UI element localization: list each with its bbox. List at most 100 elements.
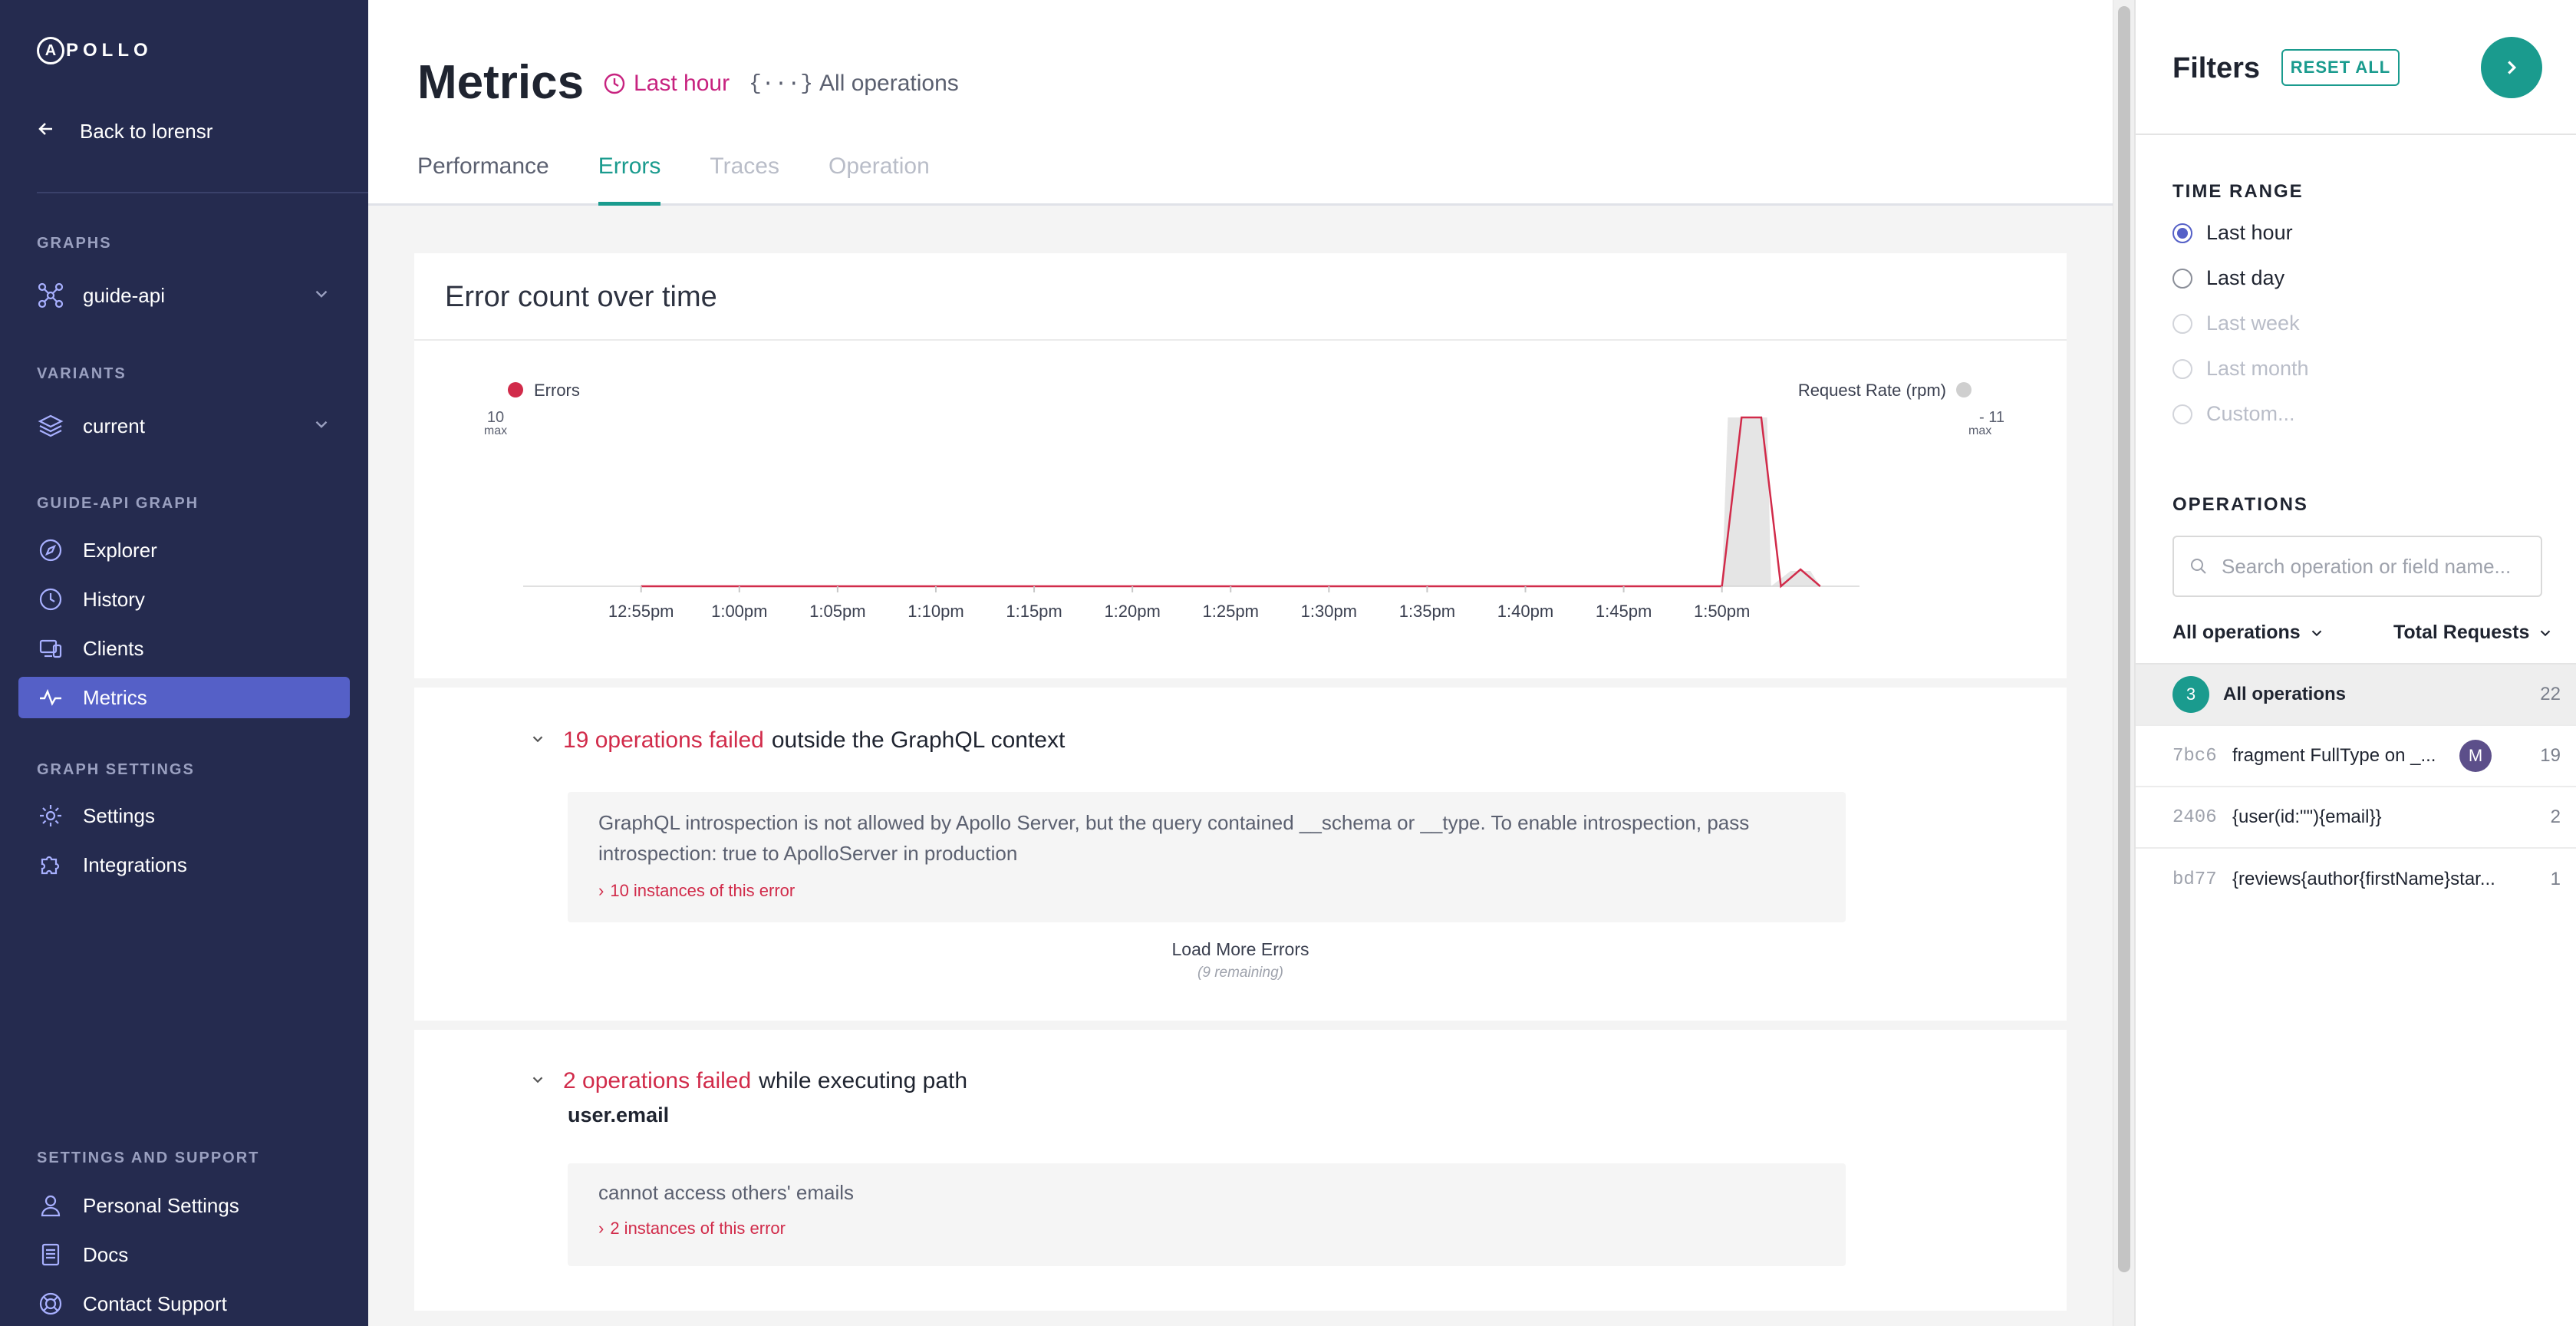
sidebar-divider — [37, 192, 374, 193]
arrow-left-icon — [37, 120, 60, 143]
operation-row-all[interactable]: 3 All operations 22 — [2136, 665, 2576, 726]
tab-errors[interactable]: Errors — [598, 153, 660, 206]
y-left-max-value: 10 — [487, 409, 504, 426]
radio-label: Last week — [2206, 312, 2300, 335]
operation-count: 19 — [2540, 745, 2561, 766]
radio-last-month: Last month — [2172, 357, 2309, 381]
operation-search[interactable] — [2172, 536, 2542, 597]
sidebar: A POLLO Back to lorensr GRAPHS guide-api… — [0, 0, 374, 1326]
back-link[interactable]: Back to lorensr — [37, 120, 212, 143]
main-scrollbar[interactable] — [2113, 0, 2134, 1326]
series-area-request-rate — [641, 417, 1820, 586]
sort-dropdown-label: Total Requests — [2393, 622, 2530, 643]
document-icon — [37, 1241, 64, 1268]
operation-count: 2 — [2550, 806, 2561, 827]
sidebar-item-contact-support[interactable]: Contact Support — [18, 1283, 350, 1324]
x-tick-label: 1:30pm — [1301, 602, 1357, 621]
user-icon — [37, 1192, 64, 1219]
legend-dot-request-rate — [1956, 382, 1972, 397]
legend-label-errors: Errors — [534, 381, 580, 400]
sort-dropdown[interactable]: Total Requests — [2393, 622, 2554, 644]
error-group-header[interactable]: 19 operations failed outside the GraphQL… — [529, 727, 1065, 754]
search-input[interactable] — [2222, 554, 2528, 579]
operations-chip[interactable]: {···} All operations — [749, 71, 959, 97]
chevron-down-icon — [2537, 625, 2554, 642]
sidebar-item-label: Contact Support — [83, 1291, 227, 1315]
load-more-block: Load More Errors (9 remaining) — [414, 939, 2067, 981]
error-instances-link[interactable]: › 10 instances of this error — [598, 881, 1815, 901]
error-count: 19 operations failed — [563, 727, 764, 753]
chart-title: Error count over time — [445, 281, 717, 313]
sidebar-item-history[interactable]: History — [18, 579, 350, 620]
operation-count: 1 — [2550, 869, 2561, 889]
x-tick-label: 1:05pm — [809, 602, 865, 621]
operation-row[interactable]: 2406 {user(id:""){email}} 2 — [2136, 787, 2576, 849]
radio-dot — [2172, 268, 2192, 289]
sidebar-item-clients[interactable]: Clients — [18, 628, 350, 669]
sidebar-item-label: History — [83, 587, 145, 611]
page-title: Metrics — [417, 56, 585, 109]
x-tick-label: 1:00pm — [711, 602, 767, 621]
operation-name: All operations — [2223, 684, 2347, 704]
gear-icon — [37, 802, 64, 830]
tab-traces: Traces — [710, 153, 779, 179]
graph-selector[interactable]: guide-api — [18, 275, 350, 316]
chevron-down-icon — [311, 414, 331, 440]
clock-icon — [603, 72, 626, 95]
error-context: outside the GraphQL context — [771, 727, 1066, 753]
sidebar-item-docs[interactable]: Docs — [18, 1234, 350, 1275]
sidebar-item-label: Clients — [83, 636, 144, 660]
x-tick-label: 1:20pm — [1104, 602, 1160, 621]
operations-label: All operations — [819, 71, 959, 96]
logo-text: POLLO — [66, 40, 153, 61]
chevron-down-icon — [529, 727, 546, 754]
operation-row[interactable]: bd77 {reviews{author{firstName}star... 1 — [2136, 849, 2576, 910]
section-graphs: GRAPHS — [37, 235, 112, 252]
operation-id: 7bc6 — [2172, 745, 2217, 767]
error-group-header[interactable]: 2 operations failed while executing path — [529, 1068, 967, 1094]
time-range-section: TIME RANGE — [2172, 181, 2304, 202]
sidebar-item-integrations[interactable]: Integrations — [18, 844, 350, 886]
logo-ring: A — [37, 37, 64, 64]
section-support: SETTINGS AND SUPPORT — [37, 1150, 260, 1166]
sidebar-item-settings[interactable]: Settings — [18, 795, 350, 836]
sidebar-item-label: Personal Settings — [83, 1193, 239, 1217]
radio-label: Last hour — [2206, 221, 2293, 244]
sidebar-item-label: Docs — [83, 1242, 129, 1266]
back-link-label: Back to lorensr — [80, 120, 213, 143]
operation-id: 2406 — [2172, 806, 2217, 828]
radio-last-day[interactable]: Last day — [2172, 266, 2284, 290]
apollo-logo[interactable]: A POLLO — [37, 37, 153, 64]
x-tick-label: 1:10pm — [908, 602, 964, 621]
section-graph: GUIDE-API GRAPH — [37, 495, 199, 512]
radio-label: Custom... — [2206, 402, 2295, 425]
error-instances-link[interactable]: › 2 instances of this error — [598, 1219, 1815, 1239]
radio-dot — [2172, 404, 2192, 424]
sidebar-item-metrics[interactable]: Metrics — [18, 677, 350, 718]
time-range-chip[interactable]: Last hour — [603, 71, 730, 97]
radio-label: Last day — [2206, 266, 2285, 289]
filters-title: Filters — [2172, 52, 2261, 84]
avatar: M — [2459, 740, 2492, 772]
page-header: Metrics Last hour {···} All operations P… — [368, 0, 2113, 206]
scrollbar-thumb[interactable] — [2118, 6, 2130, 1272]
radio-last-hour[interactable]: Last hour — [2172, 221, 2293, 245]
chevron-right-icon: › — [598, 1219, 604, 1238]
operations-dropdown[interactable]: All operations — [2172, 622, 2325, 644]
sidebar-item-explorer[interactable]: Explorer — [18, 529, 350, 571]
load-more-button[interactable]: Load More Errors — [414, 939, 2067, 960]
operation-row[interactable]: 7bc6 fragment FullType on _... M 19 — [2136, 726, 2576, 787]
sidebar-item-personal-settings[interactable]: Personal Settings — [18, 1185, 350, 1226]
collapse-panel-button[interactable] — [2481, 37, 2542, 98]
legend-label-request-rate: Request Rate (rpm) — [1798, 381, 1946, 400]
error-message: cannot access others' emails — [598, 1181, 855, 1204]
variant-selector[interactable]: current — [18, 405, 350, 447]
reset-all-button[interactable]: RESET ALL — [2281, 49, 2400, 86]
tab-performance[interactable]: Performance — [417, 153, 549, 206]
section-variants: VARIANTS — [37, 365, 127, 382]
legend-dot-errors — [508, 382, 523, 397]
puzzle-icon — [37, 851, 64, 879]
sidebar-item-label: Explorer — [83, 538, 157, 562]
operation-id: bd77 — [2172, 869, 2217, 890]
sidebar-item-label: Settings — [83, 803, 155, 827]
